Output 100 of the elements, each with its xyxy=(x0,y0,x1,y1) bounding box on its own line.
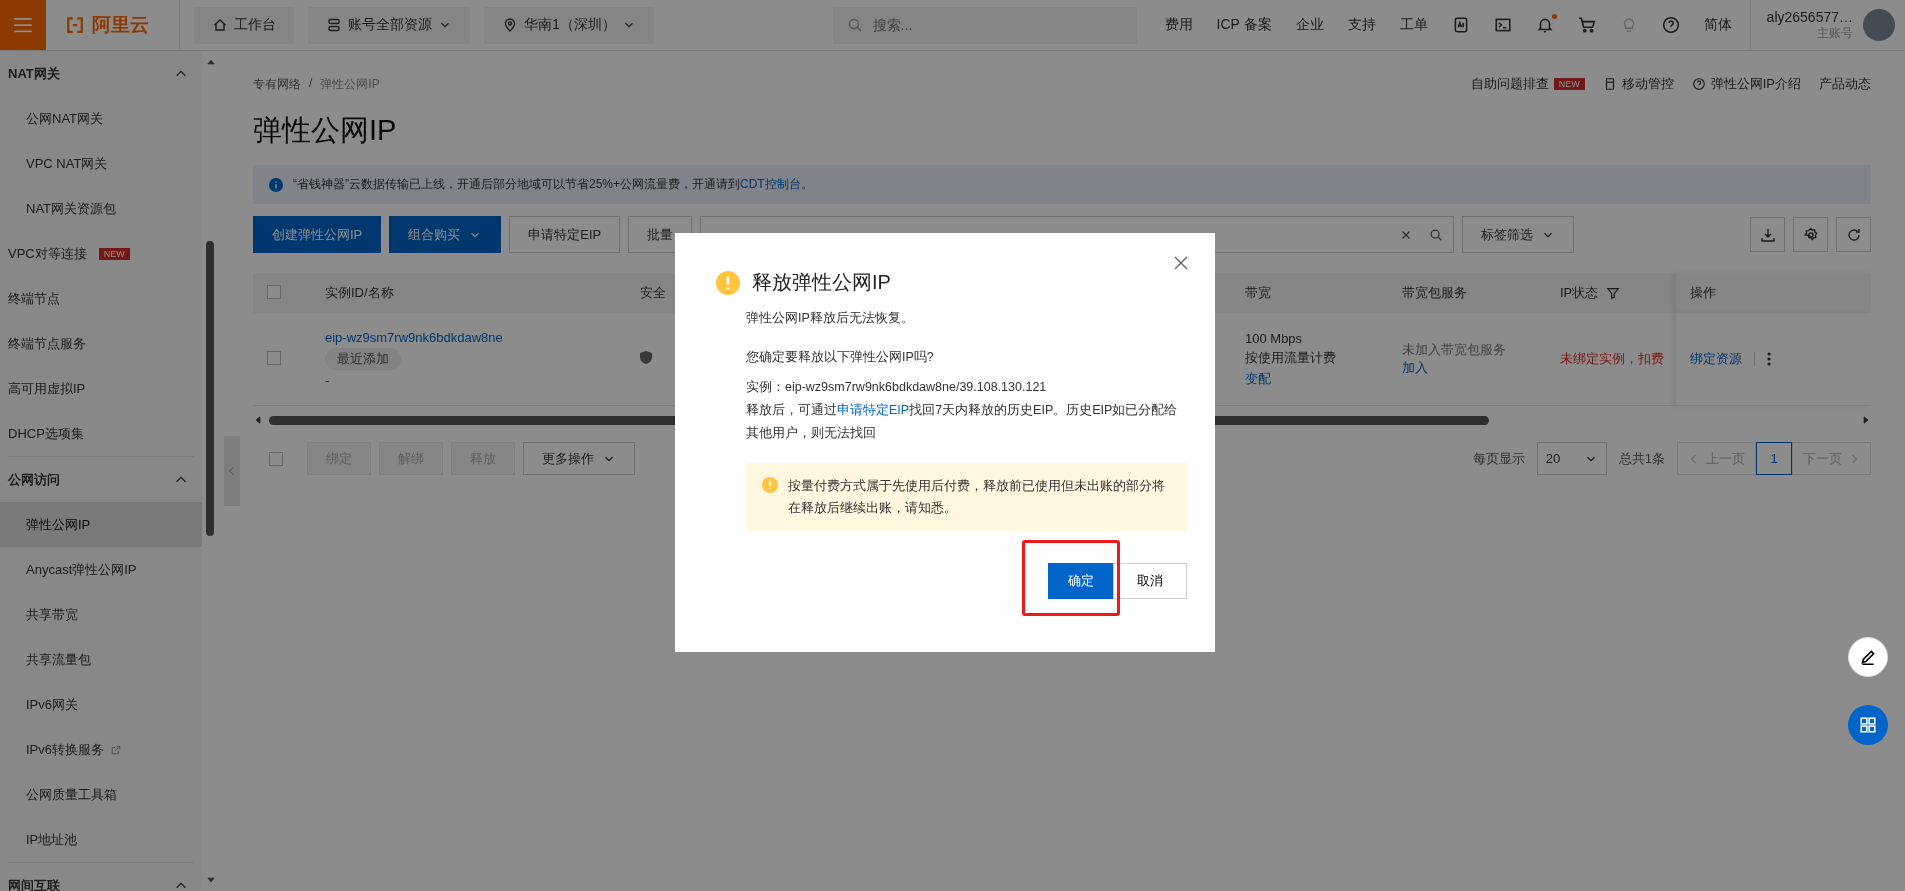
select-all-checkbox[interactable] xyxy=(267,284,281,299)
page-title: 弹性公网IP xyxy=(253,113,398,148)
scroll-up-icon xyxy=(205,57,216,67)
settings-button[interactable] xyxy=(1793,217,1828,252)
sidebar-group[interactable]: 网间互联 xyxy=(0,863,202,891)
apps-button[interactable] xyxy=(1848,705,1888,745)
grid-icon xyxy=(1859,716,1877,734)
warning-icon xyxy=(716,270,740,295)
dialog-text: 弹性公网IP释放后无法恢复。 xyxy=(746,310,915,327)
dialog-text: 您确定要释放以下弹性公网IP吗? xyxy=(746,349,935,366)
sidebar-item[interactable]: IP地址池 xyxy=(0,817,202,862)
search-field[interactable]: 搜索... xyxy=(870,16,1095,34)
top-link[interactable]: 费用 xyxy=(1164,16,1193,34)
sidebar-item[interactable]: 公网质量工具箱 xyxy=(0,772,202,817)
stack-icon xyxy=(326,17,342,33)
breadcrumb-current: 弹性公网IP xyxy=(320,75,380,93)
search-icon xyxy=(846,17,863,33)
more-icon[interactable] xyxy=(1767,352,1771,366)
home-icon xyxy=(212,17,228,33)
ip-status: 未绑定实例，扣费 xyxy=(1560,351,1664,366)
sidebar-item[interactable]: VPC对等连接 NEW xyxy=(0,231,202,276)
page-size-select[interactable]: 20 xyxy=(1536,442,1607,475)
sidebar-item[interactable]: 共享带宽 xyxy=(0,592,202,637)
toolbar-button[interactable]: 申请特定EIP xyxy=(509,216,621,253)
apply-eip-link[interactable]: 申请特定EIP xyxy=(837,403,910,417)
search-box[interactable]: 搜索... xyxy=(832,6,1137,44)
close-icon xyxy=(1173,255,1189,271)
column-header: 带宽包服务 xyxy=(1388,273,1546,313)
sidebar-item[interactable]: VPC NAT网关 xyxy=(0,141,202,186)
bandwidth-value: 100 Mbps xyxy=(1245,330,1304,346)
select-all-checkbox[interactable] xyxy=(269,451,283,466)
top-link[interactable]: ICP 备案 xyxy=(1216,16,1272,34)
sidebar-item[interactable]: 共享流量包 xyxy=(0,637,202,682)
row-checkbox[interactable] xyxy=(267,350,281,365)
sidebar-item[interactable]: 公网NAT网关 xyxy=(0,96,202,141)
notice-link[interactable]: CDT控制台 xyxy=(740,177,801,191)
join-link[interactable]: 加入 xyxy=(1402,359,1532,377)
more-actions-dropdown[interactable]: 更多操作 xyxy=(523,442,635,475)
column-header: 操作 xyxy=(1676,273,1871,313)
user-name[interactable]: aly2656577… xyxy=(1766,8,1853,25)
collapse-handle[interactable] xyxy=(223,436,240,506)
new-badge: NEW xyxy=(98,247,130,260)
top-link[interactable]: 企业 xyxy=(1295,16,1324,34)
warning-text: 按量付费方式属于先使用后付费，释放前已使用但未出账的部分将在释放后继续出账，请知悉。 xyxy=(788,478,1166,517)
column-header: 带宽 xyxy=(1231,273,1388,313)
sidebar-group[interactable]: 公网访问 xyxy=(0,457,202,502)
header-link[interactable]: 自助问题排查 xyxy=(1470,75,1549,93)
sidebar-item[interactable]: 终端节点 xyxy=(0,276,202,321)
settings-icon xyxy=(1802,226,1819,243)
toolbar-button[interactable]: 组合购买 xyxy=(389,216,502,253)
instance-name: - xyxy=(325,373,331,388)
download-icon xyxy=(1759,226,1776,243)
edit-button[interactable] xyxy=(1848,637,1888,677)
scrollbar[interactable] xyxy=(205,241,214,536)
breadcrumb-separator: / xyxy=(309,75,313,92)
toolbar-button[interactable]: 创建弹性公网IP xyxy=(253,216,382,253)
close-button[interactable] xyxy=(1173,255,1189,271)
nav-button[interactable]: 华南1（深圳） xyxy=(484,6,654,44)
download-button[interactable] xyxy=(1750,217,1785,252)
sidebar-item[interactable]: 高可用虚拟IP xyxy=(0,366,202,411)
total-count: 总共1条 xyxy=(1618,449,1665,468)
top-link[interactable]: 支持 xyxy=(1347,16,1376,34)
sidebar-item[interactable]: 终端节点服务 xyxy=(0,321,202,366)
cancel-button[interactable]: 取消 xyxy=(1113,563,1187,599)
scroll-down-icon xyxy=(205,875,216,885)
warning-icon xyxy=(762,477,778,493)
avatar[interactable] xyxy=(1863,9,1895,41)
nav-button[interactable]: 账号全部资源 xyxy=(308,6,470,44)
page-size-label: 每页显示 xyxy=(1472,449,1525,468)
dialog-paragraph: 释放后，可通过申请特定EIP找回7天内释放的历史EIP。历史EIP如已分配给其他用户，则无法找回 xyxy=(746,402,1179,442)
change-config-link[interactable]: 变配 xyxy=(1245,369,1374,388)
sidebar-item[interactable]: DHCP选项集 xyxy=(0,411,202,456)
header-link[interactable]: 产品动态 xyxy=(1819,75,1871,93)
bell-icon xyxy=(1535,16,1554,34)
confirm-button[interactable]: 确定 xyxy=(1048,563,1113,599)
language-link[interactable]: 简体 xyxy=(1703,16,1732,34)
tag-filter-dropdown[interactable]: 标签筛选 xyxy=(1462,216,1574,253)
bind-resource-link[interactable]: 绑定资源 xyxy=(1690,350,1742,368)
scroll-left-icon xyxy=(253,415,263,425)
package-status: 未加入带宽包服务 xyxy=(1402,341,1507,359)
nav-button[interactable]: 工作台 xyxy=(194,6,294,44)
menu-button[interactable] xyxy=(0,0,46,50)
instance-id-link[interactable]: eip-wz9sm7rw9nk6bdkdaw8ne xyxy=(325,330,612,345)
sidebar-item[interactable]: 弹性公网IP xyxy=(0,502,202,547)
location-pin-icon xyxy=(502,17,518,33)
refresh-button[interactable] xyxy=(1836,217,1871,252)
sidebar-item[interactable]: NAT网关资源包 xyxy=(0,186,202,231)
page-button[interactable]: 1 xyxy=(1756,442,1792,475)
header-link[interactable]: 移动管控 xyxy=(1621,75,1674,93)
sidebar-group[interactable]: NAT网关 xyxy=(0,51,202,96)
sidebar-item[interactable]: IPv6网关 xyxy=(0,682,202,727)
bracket-logo-icon xyxy=(64,16,86,34)
breadcrumb-link[interactable]: 专有网络 xyxy=(253,75,301,93)
header-link[interactable]: 弹性公网IP介绍 xyxy=(1710,75,1801,93)
shield-icon xyxy=(640,351,652,364)
sidebar-item[interactable]: IPv6转换服务 xyxy=(0,727,202,772)
top-link[interactable]: 工单 xyxy=(1399,16,1428,34)
scroll-right-icon xyxy=(1861,414,1871,425)
column-header: IP状态 xyxy=(1560,284,1599,302)
sidebar-item[interactable]: Anycast弹性公网IP xyxy=(0,547,202,592)
